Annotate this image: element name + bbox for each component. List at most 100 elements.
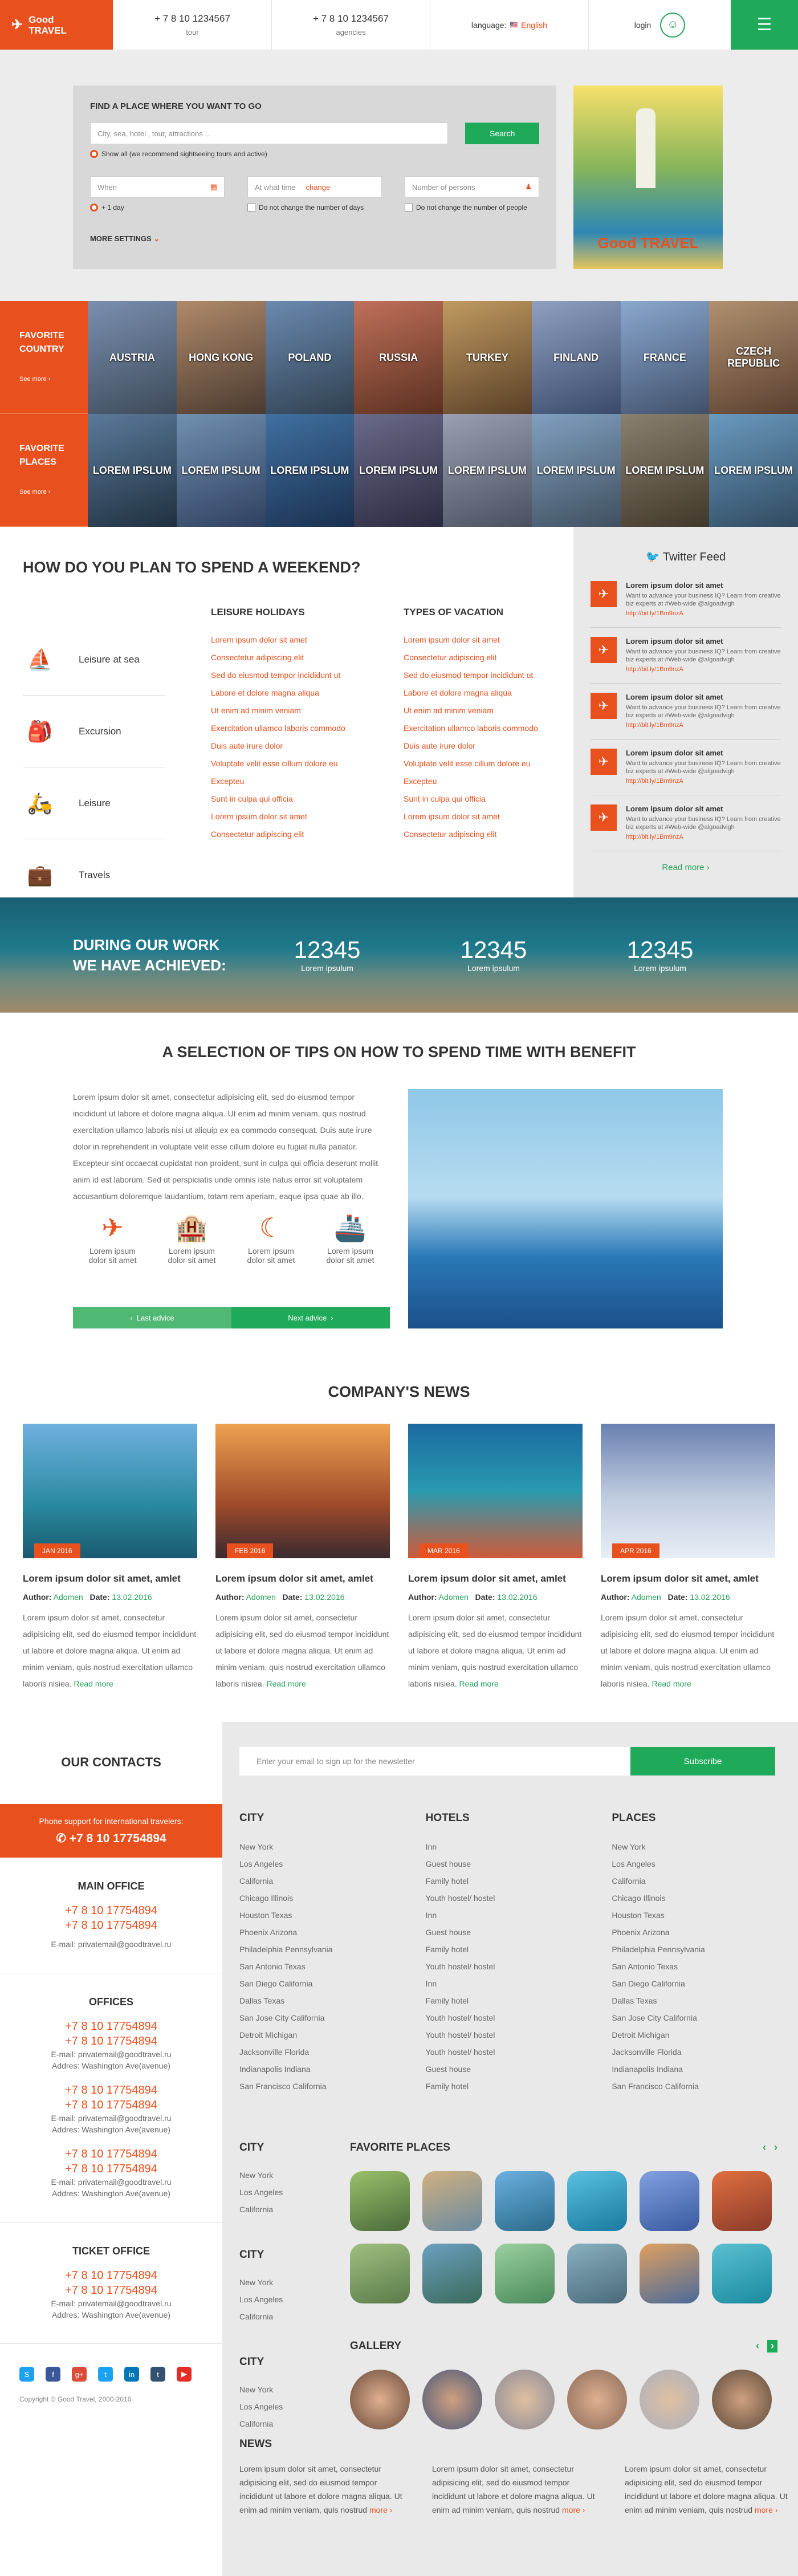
list-item[interactable]: Ut enim ad minim veniam	[404, 706, 552, 715]
no-change-people-option[interactable]: Do not change the number of people	[405, 204, 527, 212]
tile-country[interactable]: AUSTRIA	[88, 301, 177, 414]
list-item[interactable]: Lorem ipsum dolor sit amet	[404, 812, 552, 821]
phone-agencies[interactable]: + 7 8 10 1234567 agencies	[271, 0, 430, 50]
tile-place[interactable]: LOREM IPSLUM	[88, 414, 177, 527]
tile-place[interactable]: LOREM IPSLUM	[709, 414, 798, 527]
tweet[interactable]: ✈ Lorem ipsum dolor sit amet Want to advan…	[591, 805, 781, 851]
more-link[interactable]: more ›	[755, 2505, 777, 2514]
place-link[interactable]: New York	[612, 1838, 798, 1855]
tile-country[interactable]: RUSSIA	[354, 301, 443, 414]
tweet-link[interactable]: http://bit.ly/1Bm9nzA	[626, 610, 683, 617]
place-thumbnail[interactable]	[350, 2171, 410, 2231]
news-card[interactable]: APR 2016 Lorem ipsum dolor sit amet, aml…	[601, 1424, 775, 1692]
place-link[interactable]: Chicago Illinois	[612, 1890, 798, 1907]
menu-icon[interactable]: ☰	[731, 0, 798, 50]
chevron-right-icon[interactable]: ›	[774, 2142, 777, 2154]
tile-place[interactable]: LOREM IPSLUM	[620, 414, 710, 527]
hotel-link[interactable]: Family hotel	[426, 2078, 612, 2095]
more-link[interactable]: more ›	[369, 2505, 392, 2514]
city-link[interactable]: California	[239, 2415, 336, 2432]
plus-day-option[interactable]: + 1 day	[90, 204, 247, 212]
news-card-title[interactable]: Lorem ipsum dolor sit amet, amlet	[215, 1573, 390, 1584]
promo-banner[interactable]: Good TRAVEL	[573, 86, 723, 269]
category-item[interactable]: 🎒 Excursion	[23, 696, 165, 767]
place-link[interactable]: Detroit Michigan	[612, 2026, 798, 2043]
hotel-link[interactable]: Guest house	[426, 1924, 612, 1941]
hotel-link[interactable]: Youth hostel/ hostel	[426, 1958, 612, 1975]
city-link[interactable]: California	[239, 1872, 426, 1890]
place-thumbnail[interactable]	[495, 2171, 555, 2231]
place-thumbnail[interactable]	[640, 2171, 699, 2231]
more-settings-link[interactable]: MORE SETTINGS ⌄	[90, 234, 539, 243]
list-item[interactable]: Consectetur adipiscing elit	[404, 830, 552, 839]
skype-icon[interactable]: S	[19, 2367, 34, 2382]
tip-item[interactable]: 🏨 Lorem ipsum dolor sit amet	[168, 1212, 215, 1265]
hotel-link[interactable]: Guest house	[426, 2061, 612, 2078]
login-button[interactable]: login ☺	[588, 0, 731, 50]
chevron-left-icon[interactable]: ‹	[756, 2340, 759, 2352]
author-name[interactable]: Adomen	[246, 1592, 276, 1602]
tile-country[interactable]: TURKEY	[443, 301, 532, 414]
linkedin-icon[interactable]: in	[124, 2367, 139, 2382]
office-email[interactable]: E-mail: privatemail@goodtravel.ru	[0, 2049, 222, 2060]
favorite-places-block[interactable]: FAVORITE PLACES See more ›	[0, 414, 88, 527]
favorite-country-block[interactable]: FAVORITE COUNTRY See more ›	[0, 301, 88, 414]
news-card-title[interactable]: Lorem ipsum dolor sit amet, amlet	[23, 1573, 197, 1584]
city-link[interactable]: San Diego California	[239, 1975, 426, 1992]
gallery-avatar[interactable]	[640, 2370, 699, 2429]
tweet[interactable]: ✈ Lorem ipsum dolor sit amet Want to advan…	[591, 581, 781, 628]
support-phone-box[interactable]: Phone support for international traveler…	[0, 1804, 222, 1858]
last-advice-button[interactable]: ‹ Last advice	[73, 1307, 231, 1328]
tile-country[interactable]: CZECH REPUBLIC	[709, 301, 798, 414]
hotel-link[interactable]: Youth hostel/ hostel	[426, 2009, 612, 2026]
list-item[interactable]: Duis aute irure dolor	[404, 741, 552, 750]
city-link[interactable]: Dallas Texas	[239, 1992, 426, 2009]
gallery-avatar[interactable]	[495, 2370, 555, 2429]
tile-place[interactable]: LOREM IPSLUM	[265, 414, 355, 527]
list-item[interactable]: Lorem ipsum dolor sit amet	[211, 635, 359, 644]
read-more-link[interactable]: Read more	[459, 1679, 499, 1688]
office-phone[interactable]: +7 8 10 17754894	[0, 2268, 222, 2283]
office-phone[interactable]: +7 8 10 17754894	[0, 2098, 222, 2112]
news-card[interactable]: MAR 2016 Lorem ipsum dolor sit amet, aml…	[408, 1424, 583, 1692]
list-item[interactable]: Voluptate velit esse cillum dolore eu	[211, 759, 359, 768]
chevron-right-icon[interactable]: ›	[767, 2340, 777, 2352]
tweet-link[interactable]: http://bit.ly/1Bm9nzA	[626, 834, 683, 840]
news-card-title[interactable]: Lorem ipsum dolor sit amet, amlet	[408, 1573, 583, 1584]
twitter-read-more[interactable]: Read more ›	[591, 863, 781, 872]
office-phone[interactable]: +7 8 10 17754894	[0, 2161, 222, 2176]
place-link[interactable]: San Antonio Texas	[612, 1958, 798, 1975]
list-item[interactable]: Sunt in culpa qui officia	[211, 794, 359, 803]
list-item[interactable]: Consectetur adipiscing elit	[211, 830, 359, 839]
fav-places-more[interactable]: See more ›	[19, 485, 88, 499]
place-link[interactable]: Jacksonville Florida	[612, 2043, 798, 2061]
persons-field[interactable]: Number of persons ♟	[405, 176, 539, 198]
place-thumbnail[interactable]	[712, 2244, 772, 2303]
facebook-icon[interactable]: f	[46, 2367, 60, 2382]
tweet[interactable]: ✈ Lorem ipsum dolor sit amet Want to advan…	[591, 637, 781, 684]
tip-item[interactable]: ☾ Lorem ipsum dolor sit amet	[247, 1212, 295, 1265]
author-name[interactable]: Adomen	[632, 1592, 661, 1602]
place-link[interactable]: Houston Texas	[612, 1907, 798, 1924]
newsletter-email-input[interactable]: Enter your email to sign up for the news…	[239, 1747, 630, 1775]
city-link[interactable]: California	[239, 2308, 336, 2325]
time-field[interactable]: At what time change	[247, 176, 382, 198]
show-all-option[interactable]: Show all (we recommend sightseeing tours…	[90, 150, 539, 158]
when-field[interactable]: When ▦	[90, 176, 225, 198]
place-thumbnail[interactable]	[640, 2244, 699, 2303]
hotel-link[interactable]: Family hotel	[426, 1992, 612, 2009]
read-more-link[interactable]: Read more	[74, 1679, 113, 1688]
city-link[interactable]: Jacksonville Florida	[239, 2043, 426, 2061]
city-link[interactable]: New York	[239, 2167, 336, 2184]
list-item[interactable]: Ut enim ad minim veniam	[211, 706, 359, 715]
tweet-link[interactable]: http://bit.ly/1Bm9nzA	[626, 722, 683, 729]
list-item[interactable]: Duis aute irure dolor	[211, 741, 359, 750]
city-link[interactable]: Philadelphia Pennsylvania	[239, 1941, 426, 1958]
next-advice-button[interactable]: Next advice ›	[231, 1307, 390, 1328]
list-item[interactable]: Excepteu	[211, 777, 359, 786]
office-phone[interactable]: +7 8 10 17754894	[0, 1903, 222, 1918]
tile-country[interactable]: FRANCE	[620, 301, 710, 414]
place-thumbnail[interactable]	[495, 2244, 555, 2303]
office-phone[interactable]: +7 8 10 17754894	[0, 2283, 222, 2298]
list-item[interactable]: Excepteu	[404, 777, 552, 786]
